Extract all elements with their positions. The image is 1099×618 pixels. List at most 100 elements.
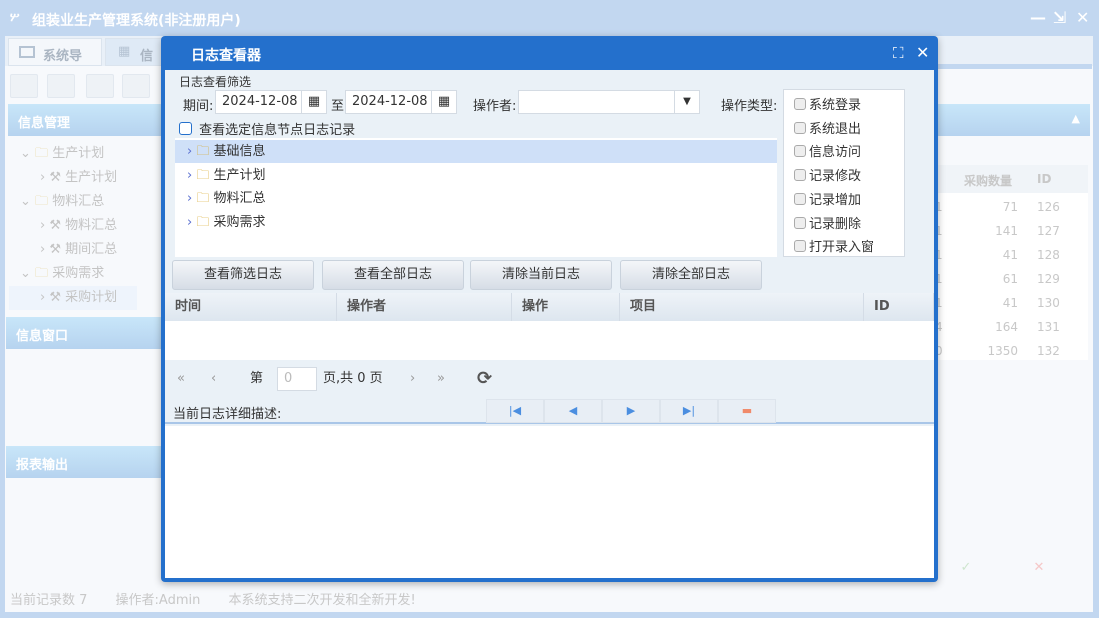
bg-row: 1 41 128 — [935, 248, 1060, 262]
date-to-input[interactable]: 2024-12-08 ▦ — [345, 90, 457, 114]
log-grid-body — [165, 321, 934, 360]
page-input[interactable]: 0 — [277, 367, 317, 391]
page-prefix: 第 — [250, 371, 264, 386]
detail-label: 当前日志详细描述: — [173, 407, 282, 422]
period-label: 期间: — [183, 99, 214, 114]
optype-checkbox[interactable]: 记录修改 — [794, 165, 861, 184]
chevron-right-icon: › — [187, 215, 193, 231]
column-header[interactable]: 项目 — [620, 293, 864, 321]
dialog-close-icon[interactable]: ✕ — [916, 43, 929, 62]
tree-item[interactable]: ⌄ 🗀 物料汇总 — [20, 190, 104, 214]
bg-row: 1 61 129 — [935, 272, 1060, 286]
tree-node[interactable]: › 🗀 采购需求 — [175, 211, 777, 234]
column-header[interactable]: 操作 — [512, 293, 620, 321]
calendar-icon[interactable]: ▦ — [301, 91, 326, 113]
minimize-button[interactable]: — — [1030, 8, 1046, 27]
column-header[interactable]: 时间 — [165, 293, 337, 321]
last-page-icon[interactable]: » — [437, 360, 445, 398]
folder-icon: 🗀 — [196, 144, 210, 159]
next-record-button[interactable]: ▶ — [602, 399, 660, 423]
first-record-button[interactable]: |◀ — [486, 399, 544, 423]
bg-table: 采购数量 ID 1 71 126 1 141 127 1 41 128 1 61… — [930, 165, 1088, 360]
monitor-icon — [19, 46, 35, 58]
cancel-button[interactable]: ✕ — [995, 560, 1083, 584]
last-record-button[interactable]: ▶| — [660, 399, 718, 423]
tree-item[interactable]: › ⚒ 物料汇总 — [40, 214, 117, 238]
tab-info[interactable]: ▦信息 — [105, 38, 165, 83]
chevron-down-icon[interactable]: ▼ — [674, 91, 699, 113]
optype-checkbox[interactable]: 系统退出 — [794, 118, 861, 137]
chevron-right-icon: › — [187, 191, 193, 207]
node-log-checkbox[interactable]: 查看选定信息节点日志记录 — [179, 119, 355, 138]
next-page-icon[interactable]: › — [410, 360, 415, 398]
log-action-button[interactable]: 清除全部日志 — [620, 260, 762, 290]
info-tree: › 🗀 基础信息 › 🗀 生产计划 › 🗀 物料汇总 › 🗀 采购需求 — [175, 138, 777, 257]
operator-label: 操作者: — [473, 99, 517, 114]
tree-item[interactable]: › ⚒ 期间汇总 — [40, 238, 117, 262]
tree-node[interactable]: › 🗀 生产计划 — [175, 164, 777, 187]
detail-bar: 当前日志详细描述: |◀ ◀ ▶ ▶| ▬ — [165, 398, 934, 424]
log-action-button[interactable]: 查看筛选日志 — [172, 260, 314, 290]
optype-checkbox[interactable]: 信息访问 — [794, 141, 861, 160]
grid-icon: ▦ — [118, 44, 131, 59]
optype-checkbox[interactable]: 记录删除 — [794, 213, 861, 232]
detail-textarea[interactable] — [165, 426, 934, 578]
tab-system-nav[interactable]: 系统导航 — [8, 38, 102, 83]
user-button[interactable] — [122, 74, 150, 98]
dialog-title: 日志查看器 — [191, 48, 261, 64]
prev-page-icon[interactable]: ‹ — [211, 360, 216, 398]
bg-row: 4 164 131 — [935, 320, 1060, 334]
optype-checkbox[interactable]: 系统登录 — [794, 94, 861, 113]
dialog-body: 日志查看筛选 期间: 2024-12-08 ▦ 至 2024-12-08 ▦ 操作者… — [165, 70, 934, 578]
prev-record-button[interactable]: ◀ — [544, 399, 602, 423]
filter-title: 日志查看筛选 — [179, 75, 252, 89]
delete-record-button[interactable]: ▬ — [718, 399, 776, 423]
tree-item[interactable]: › ⚒ 采购计划 — [9, 286, 137, 310]
chevron-right-icon: › — [187, 167, 193, 183]
collapse-icon[interactable]: ▲ — [1072, 112, 1080, 125]
log-viewer-dialog: 日志查看器 ⛶ ✕ 日志查看筛选 期间: 2024-12-08 ▦ 至 2024-… — [161, 36, 938, 582]
refresh-icon[interactable]: ⟳ — [477, 360, 492, 398]
close-button[interactable]: ✕ — [1076, 8, 1089, 27]
app-icon: ሦ — [10, 10, 20, 24]
page-suffix: 页,共 0 页 — [323, 371, 383, 386]
folder-icon: 🗀 — [196, 167, 210, 183]
pager: « ‹ 第 0 页,共 0 页 › » ⟳ — [165, 360, 934, 398]
to-label: 至 — [331, 99, 345, 114]
calendar-icon[interactable]: ▦ — [431, 91, 456, 113]
tree-node[interactable]: › 🗀 物料汇总 — [175, 187, 777, 210]
bg-row: 0 1350 132 — [935, 344, 1060, 358]
first-page-icon[interactable]: « — [177, 360, 185, 398]
folder-icon: 🗀 — [196, 215, 210, 231]
tree-item[interactable]: › ⚒ 生产计划 — [40, 166, 117, 190]
status-operator: 操作者:Admin — [115, 593, 201, 608]
confirm-button[interactable]: ✓ — [940, 560, 992, 584]
optype-checkbox[interactable]: 打开录入窗 — [794, 236, 874, 255]
optype-label: 操作类型: — [721, 99, 778, 114]
log-action-button[interactable]: 清除当前日志 — [470, 260, 612, 290]
optype-list: 系统登录系统退出信息访问记录修改记录增加记录删除打开录入窗 — [783, 89, 905, 257]
optype-checkbox[interactable]: 记录增加 — [794, 189, 861, 208]
restore-button[interactable]: ⇲ — [1053, 8, 1066, 27]
column-header[interactable]: 操作者 — [337, 293, 512, 321]
date-from-input[interactable]: 2024-12-08 ▦ — [215, 90, 327, 114]
search-button[interactable] — [10, 74, 38, 98]
record-count: 当前记录数 7 — [10, 593, 88, 608]
panel-header-report[interactable]: 报表输出 — [6, 446, 162, 478]
document-button[interactable] — [86, 74, 114, 98]
status-note: 本系统支持二次开发和全新开发! — [228, 593, 416, 608]
column-header[interactable]: ID — [864, 293, 934, 321]
tree-item[interactable]: ⌄ 🗀 生产计划 — [20, 142, 104, 166]
panel-header-info-window[interactable]: 信息窗口 — [6, 317, 162, 349]
tree-item[interactable]: ⌄ 🗀 采购需求 — [20, 262, 104, 286]
folder-icon: 🗀 — [196, 191, 210, 207]
log-action-button[interactable]: 查看全部日志 — [322, 260, 464, 290]
app-title: 组装业生产管理系统(非注册用户) — [32, 13, 241, 29]
operator-select[interactable]: ▼ — [518, 90, 700, 114]
maximize-icon[interactable]: ⛶ — [893, 44, 904, 62]
chevron-right-icon: › — [187, 144, 193, 159]
bg-row: 1 141 127 — [935, 224, 1060, 238]
status-bar: 当前记录数 7 操作者:Admin 本系统支持二次开发和全新开发! — [10, 589, 416, 608]
list-button[interactable] — [47, 74, 75, 98]
tree-node[interactable]: › 🗀 基础信息 — [175, 140, 777, 163]
